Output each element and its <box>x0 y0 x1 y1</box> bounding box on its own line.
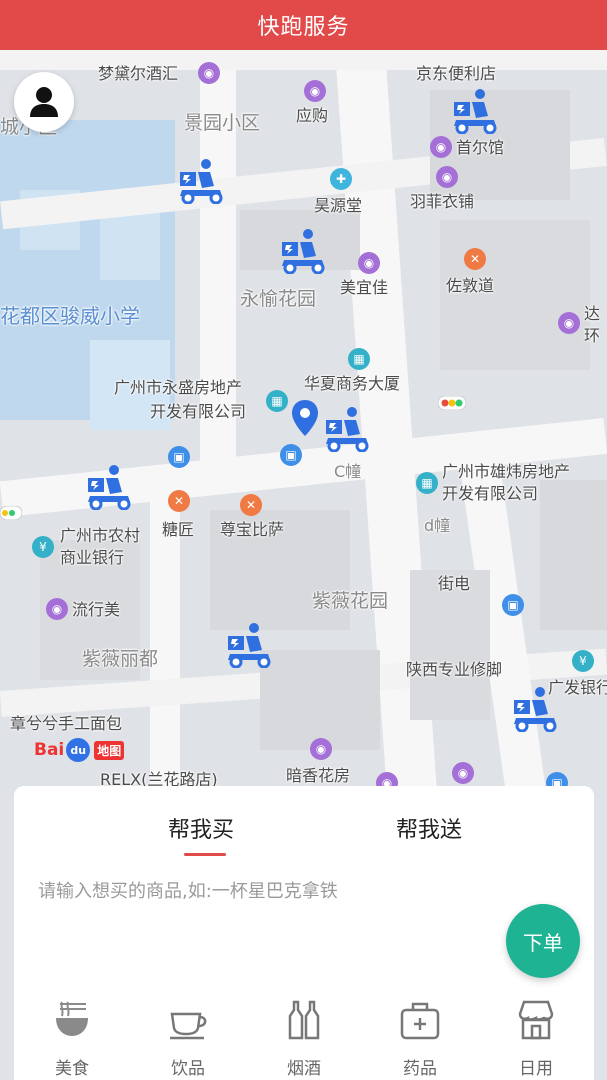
shop-poi-icon[interactable]: ◉ <box>310 738 332 760</box>
courier-rider-icon[interactable] <box>452 88 500 134</box>
bus-stop-icon[interactable]: ▣ <box>168 446 190 468</box>
map-label-mengdai: 梦黛尔酒汇 <box>98 64 179 83</box>
category-bar: 美食 饮品 烟酒 药品 日用 <box>14 998 594 1080</box>
shop-poi-icon[interactable]: ◉ <box>198 62 220 84</box>
courier-rider-icon[interactable] <box>178 158 226 204</box>
map-label-yongyu: 永愉花园 <box>240 288 317 310</box>
map-label-zuodun: 佐敦道 <box>446 276 495 295</box>
map-label-huaxia: 华夏商务大厦 <box>304 374 401 393</box>
bus-stop-icon[interactable]: ▣ <box>280 444 302 466</box>
tab-help-buy[interactable]: 帮我买 <box>168 812 234 844</box>
courier-rider-icon[interactable] <box>226 622 274 668</box>
category-drinks[interactable]: 饮品 <box>148 998 228 1079</box>
building-poi-icon[interactable]: ▦ <box>416 472 438 494</box>
map-label-zunbao: 尊宝比萨 <box>220 520 285 539</box>
map-label-mianbao: 章兮兮手工面包 <box>10 714 123 733</box>
user-icon <box>30 87 58 117</box>
map-label-anxiang: 暗香花房 <box>286 766 351 785</box>
building-poi-icon[interactable]: ▦ <box>348 348 370 370</box>
coffee-cup-icon <box>170 1012 207 1040</box>
map-label-haoyuantang: 昊源堂 <box>314 196 363 215</box>
restaurant-poi-icon[interactable]: ✕ <box>464 248 486 270</box>
category-medicine[interactable]: 药品 <box>380 998 460 1079</box>
map-label-yongsheng-1: 广州市永盛房地产 <box>114 378 243 397</box>
courier-rider-icon[interactable] <box>512 686 560 732</box>
user-profile-button[interactable] <box>14 72 74 132</box>
category-tobacco-alcohol[interactable]: 烟酒 <box>264 998 344 1079</box>
place-order-button[interactable]: 下单 <box>506 904 580 978</box>
map-label-d-chuang: d幢 <box>424 516 451 535</box>
shop-poi-icon[interactable]: ◉ <box>46 598 68 620</box>
bank-poi-icon[interactable]: ¥ <box>572 650 594 672</box>
courier-rider-icon[interactable] <box>86 464 134 510</box>
current-location-pin-icon[interactable] <box>290 398 320 438</box>
app-header: 快跑服务 <box>0 0 607 50</box>
tab-help-deliver[interactable]: 帮我送 <box>396 812 462 844</box>
shop-poi-icon[interactable]: ◉ <box>452 762 474 784</box>
map-label-c-chuang: C幢 <box>334 462 362 481</box>
map-label-xiongwei-2: 开发有限公司 <box>442 484 539 503</box>
category-daily-use[interactable]: 日用 <box>496 998 576 1079</box>
map-label-yinggou: 应购 <box>296 106 329 125</box>
baidu-map-logo: Bai du 地图 <box>34 738 125 762</box>
map-label-meiyijia: 美宜佳 <box>340 278 389 297</box>
map-label-jiedian: 街电 <box>438 574 471 593</box>
traffic-light-icon <box>438 396 466 410</box>
category-food[interactable]: 美食 <box>32 998 112 1079</box>
store-icon <box>518 1000 554 1040</box>
map-label-shaanxi: 陕西专业修脚 <box>406 660 503 679</box>
map-label-liuxingmei: 流行美 <box>72 600 121 619</box>
map-label-jingyuan: 景园小区 <box>184 112 261 134</box>
goods-input[interactable] <box>38 876 478 906</box>
restaurant-poi-icon[interactable]: ✕ <box>240 494 262 516</box>
shop-poi-icon[interactable]: ◉ <box>358 252 380 274</box>
shop-poi-icon[interactable]: ◉ <box>430 136 452 158</box>
courier-rider-icon[interactable] <box>280 228 328 274</box>
bank-poi-icon[interactable]: ¥ <box>32 536 54 558</box>
map-label-huan: 环 <box>584 326 601 345</box>
active-tab-indicator <box>184 853 226 856</box>
shop-poi-icon[interactable]: ◉ <box>304 80 326 102</box>
map-label-jingdong: 京东便利店 <box>416 64 497 83</box>
restaurant-poi-icon[interactable]: ✕ <box>168 490 190 512</box>
pharmacy-poi-icon[interactable]: ✚ <box>330 168 352 190</box>
map-label-xiongwei-1: 广州市雄炜房地产 <box>442 462 571 481</box>
courier-rider-icon[interactable] <box>324 406 372 452</box>
bus-stop-icon[interactable]: ▣ <box>502 594 524 616</box>
map-label-tangjiang: 糖匠 <box>162 520 195 539</box>
building-poi-icon[interactable]: ▦ <box>266 390 288 412</box>
map-label-ziwei: 紫薇花园 <box>312 590 389 612</box>
map-label-junwei: 花都区骏威小学 <box>0 304 140 328</box>
order-panel: 帮我买 帮我送 下单 美食 饮品 <box>14 786 594 1080</box>
shop-poi-icon[interactable]: ◉ <box>558 312 580 334</box>
service-tabs: 帮我买 帮我送 <box>14 812 594 856</box>
map-label-yongsheng-2: 开发有限公司 <box>150 402 247 421</box>
header-title: 快跑服务 <box>257 15 350 40</box>
map-label-ziweilidu: 紫薇丽都 <box>82 648 159 670</box>
map-label-nongcun-2: 商业银行 <box>60 548 125 567</box>
medicine-kit-icon <box>400 1002 440 1040</box>
map-label-shouer: 首尔馆 <box>456 138 505 157</box>
shop-poi-icon[interactable]: ◉ <box>436 166 458 188</box>
map-label-nongcun-1: 广州市农村 <box>60 526 141 545</box>
noodle-bowl-icon <box>56 1001 88 1036</box>
map-label-yufei: 羽菲衣铺 <box>410 192 475 211</box>
bottles-icon <box>288 1000 320 1040</box>
traffic-light-icon <box>0 506 22 520</box>
map-label-daji: 达 <box>584 304 601 323</box>
